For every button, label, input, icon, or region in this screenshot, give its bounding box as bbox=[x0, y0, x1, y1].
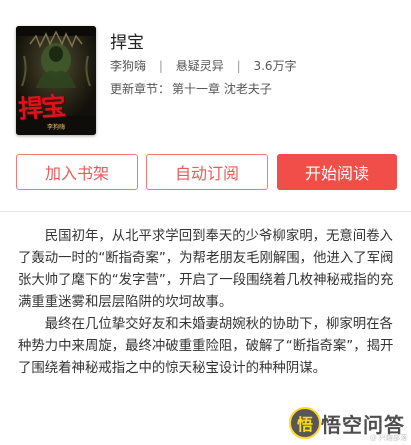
wukong-logo-icon: 悟 bbox=[289, 407, 321, 439]
latest-chapter[interactable]: 第十一章 沈老夫子 bbox=[172, 82, 272, 96]
book-synopsis: 民国初年，从北平求学回到奉天的少爷柳家明，无意间卷入了轰动一时的“断指奇案”，为… bbox=[18, 226, 396, 380]
book-genre[interactable]: 悬疑灵异 bbox=[176, 59, 224, 73]
update-label: 更新章节： bbox=[110, 82, 171, 96]
watermark: 悟 悟空问答 @ 兴趣部落 bbox=[289, 403, 407, 443]
book-author[interactable]: 李狗嗨 bbox=[110, 59, 146, 73]
synopsis-paragraph: 民国初年，从北平求学回到奉天的少爷柳家明，无意间卷入了轰动一时的“断指奇案”，为… bbox=[18, 229, 394, 310]
meta-separator: | bbox=[158, 59, 163, 73]
book-word-count: 3.6万字 bbox=[253, 59, 297, 73]
add-bookshelf-button[interactable]: 加入书架 bbox=[16, 154, 138, 190]
cover-author-text: 李狗嗨 bbox=[46, 124, 65, 131]
book-title: 捍宝 bbox=[110, 33, 144, 53]
start-reading-button[interactable]: 开始阅读 bbox=[277, 154, 397, 190]
book-cover[interactable]: 捍宝 李狗嗨 bbox=[16, 26, 96, 135]
cover-title-art: 捍宝 bbox=[17, 91, 66, 124]
book-meta-row: 李狗嗨 | 悬疑灵异 | 3.6万字 bbox=[110, 57, 297, 74]
book-header: 捍宝 李狗嗨 捍宝 李狗嗨 | 悬疑灵异 | 3.6万字 更新章节： 第十一章 沈… bbox=[0, 0, 411, 140]
section-divider bbox=[0, 211, 411, 212]
auto-subscribe-button[interactable]: 自动订阅 bbox=[146, 154, 268, 190]
synopsis-paragraph: 最终在几位挚交好友和未婚妻胡婉秋的协助下，柳家明在各种势力中来周旋，最终冲破重重… bbox=[18, 317, 394, 376]
watermark-small-text: @ 兴趣部落 bbox=[369, 434, 407, 442]
update-row[interactable]: 更新章节： 第十一章 沈老夫子 bbox=[110, 80, 272, 97]
meta-separator: | bbox=[236, 59, 241, 73]
